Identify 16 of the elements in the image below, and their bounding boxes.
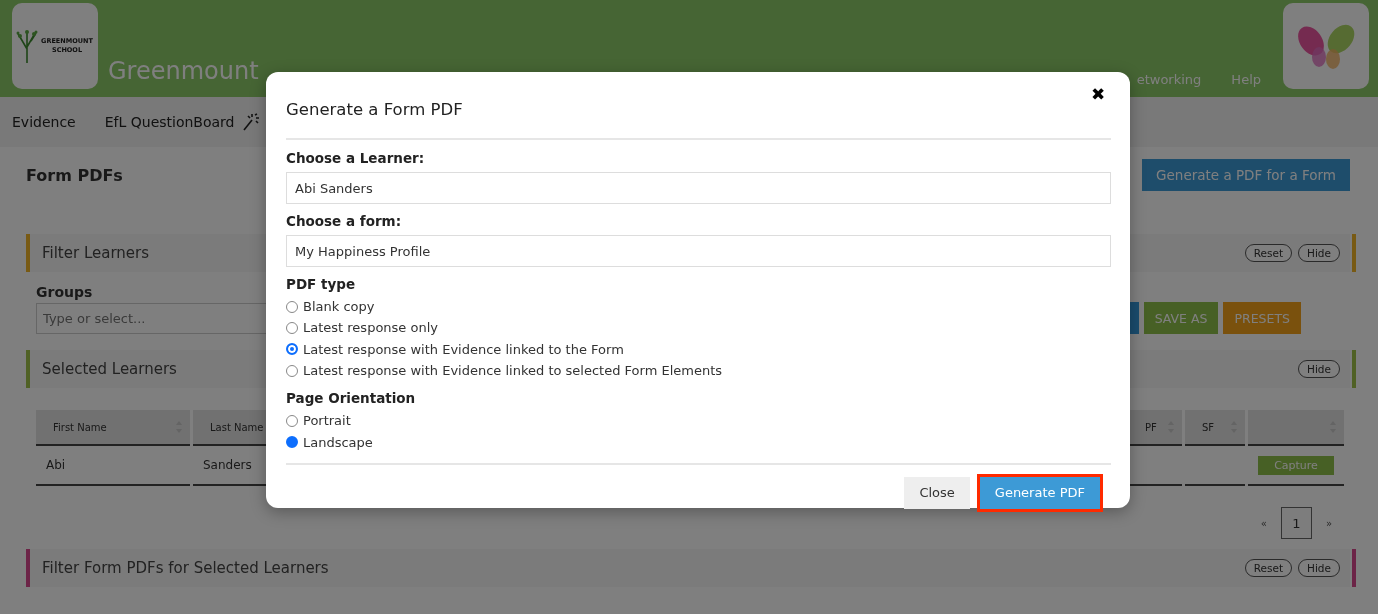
panel-title: Filter Form PDFs for Selected Learners — [42, 559, 329, 577]
panel-title: Filter Learners — [42, 244, 150, 262]
panel-title: Selected Learners — [42, 360, 177, 378]
option-label: Latest response with Evidence linked to selected Form Elements — [303, 363, 723, 379]
dialog-title: Generate a Form PDF — [286, 100, 463, 119]
option-label: Latest response only — [303, 320, 438, 336]
table-cell: Abi — [36, 446, 190, 486]
field-label: Choose a Learner: — [286, 150, 426, 168]
field-label: Page Orientation — [286, 390, 417, 409]
field-label: Groups — [36, 284, 93, 300]
field-label: Choose a form: — [286, 213, 403, 231]
school-name: Greenmount — [108, 57, 259, 85]
field-label: PDF type — [286, 276, 357, 294]
option-label: Latest response with Evidence linked to the Form — [303, 341, 624, 357]
option-label: Portrait — [303, 413, 351, 429]
page-title: Form PDFs — [26, 165, 123, 185]
